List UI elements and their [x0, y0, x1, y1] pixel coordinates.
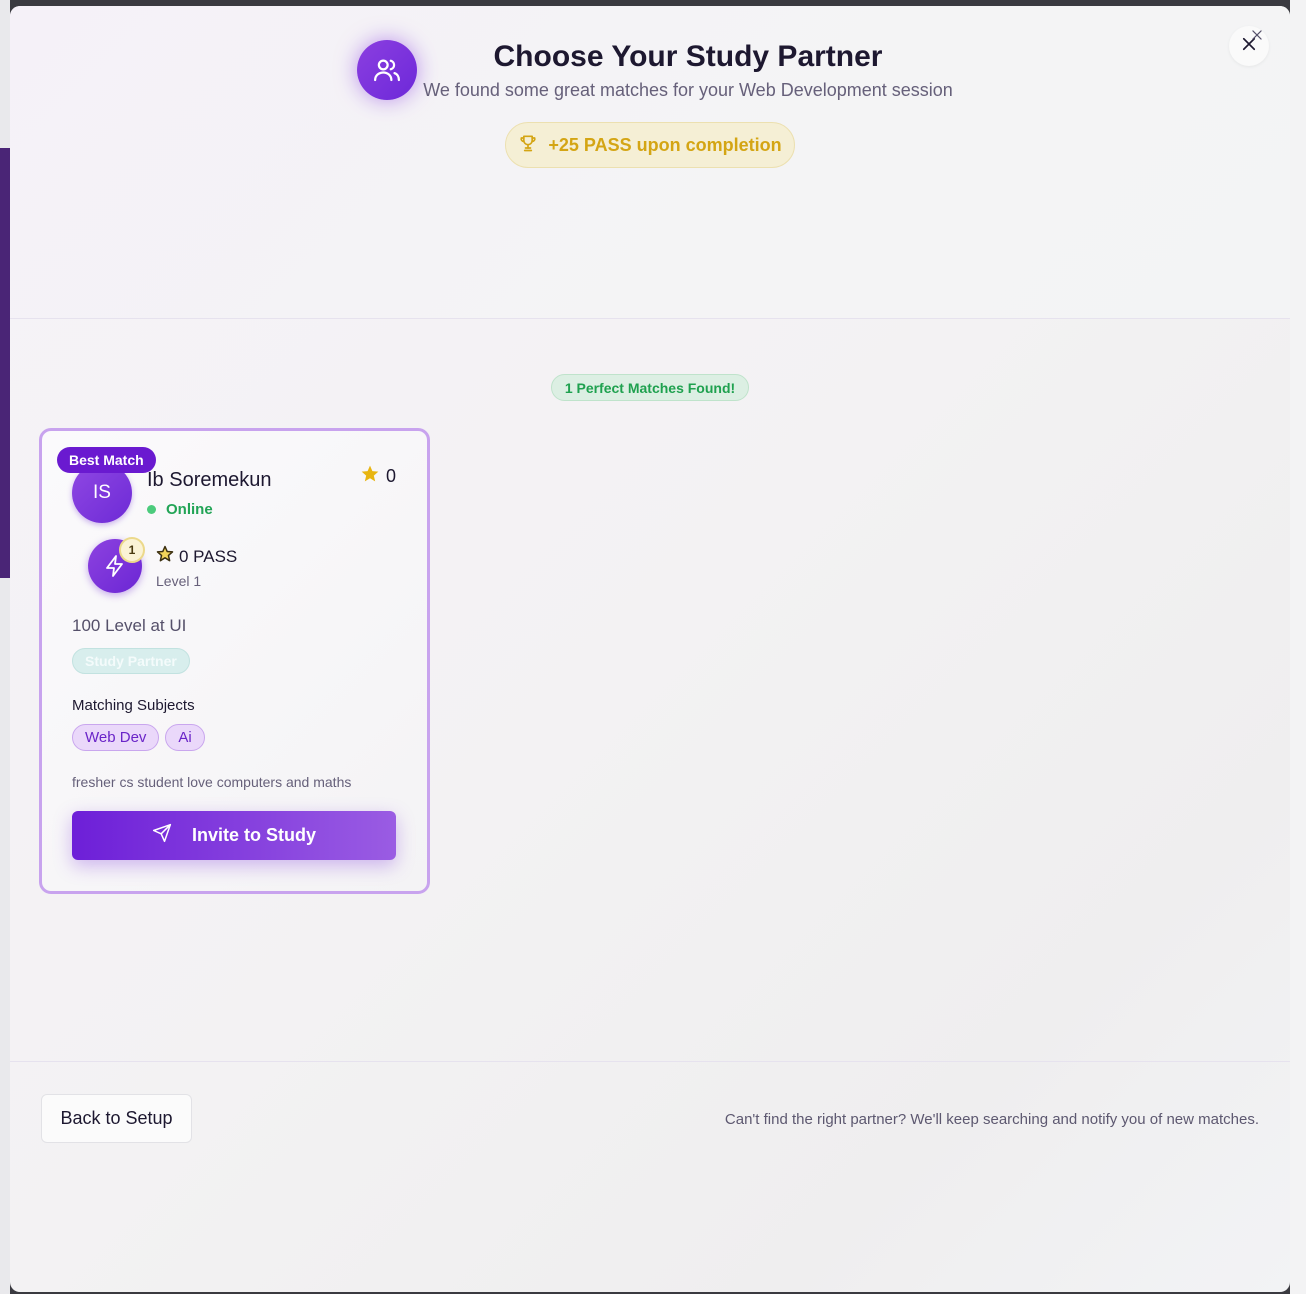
- rating-value: 0: [386, 466, 397, 486]
- back-to-setup-button[interactable]: Back to Setup: [41, 1094, 192, 1143]
- online-status-label: Online: [166, 501, 213, 518]
- study-partner-modal: Choose Your Study Partner We found some …: [10, 6, 1290, 1292]
- invite-to-study-button[interactable]: Invite to Study: [72, 811, 396, 860]
- star-outline-icon: [156, 545, 174, 568]
- matches-found-badge: 1 Perfect Matches Found!: [551, 374, 749, 401]
- reward-badge: +25 PASS upon completion: [505, 122, 795, 168]
- modal-header: Choose Your Study Partner We found some …: [10, 6, 1290, 319]
- matching-subjects-label: Matching Subjects: [72, 697, 195, 714]
- subject-tags: Web Dev Ai: [72, 724, 205, 751]
- star-filled-icon: [360, 464, 380, 489]
- level-number-badge: 1: [119, 537, 145, 563]
- page-title: Choose Your Study Partner: [493, 40, 883, 73]
- subject-tag: Web Dev: [72, 724, 160, 751]
- invite-label: Invite to Study: [191, 825, 316, 845]
- close-icon[interactable]: [1250, 28, 1264, 47]
- partner-name: Ib Soremekun: [147, 469, 272, 491]
- role-tag: Study Partner: [72, 648, 190, 674]
- partner-card[interactable]: Best Match IS Ib Soremekun Online 0 1 0 …: [39, 428, 430, 894]
- page-subtitle: We found some great matches for your Web…: [423, 80, 953, 100]
- footer-note: Can't find the right partner? We'll keep…: [724, 1111, 1259, 1128]
- online-dot-icon: [147, 505, 156, 514]
- send-icon: [152, 823, 172, 848]
- level-label: Level 1: [156, 573, 202, 589]
- rating: 0: [360, 464, 396, 489]
- background-page-right: [1290, 0, 1306, 1294]
- subject-tag: Ai: [165, 724, 205, 751]
- background-page-panel: [0, 148, 10, 578]
- pass-points: 0 PASS: [156, 545, 237, 568]
- university-level: 100 Level at UI: [72, 616, 187, 635]
- reward-text: +25 PASS upon completion: [548, 134, 782, 155]
- pass-value: 0 PASS: [179, 546, 238, 566]
- trophy-icon: [518, 133, 538, 158]
- modal-footer: Back to Setup Can't find the right partn…: [10, 1061, 1290, 1292]
- partner-bio: fresher cs student love computers and ma…: [72, 774, 352, 790]
- best-match-badge: Best Match: [57, 447, 156, 473]
- online-status: Online: [147, 501, 213, 518]
